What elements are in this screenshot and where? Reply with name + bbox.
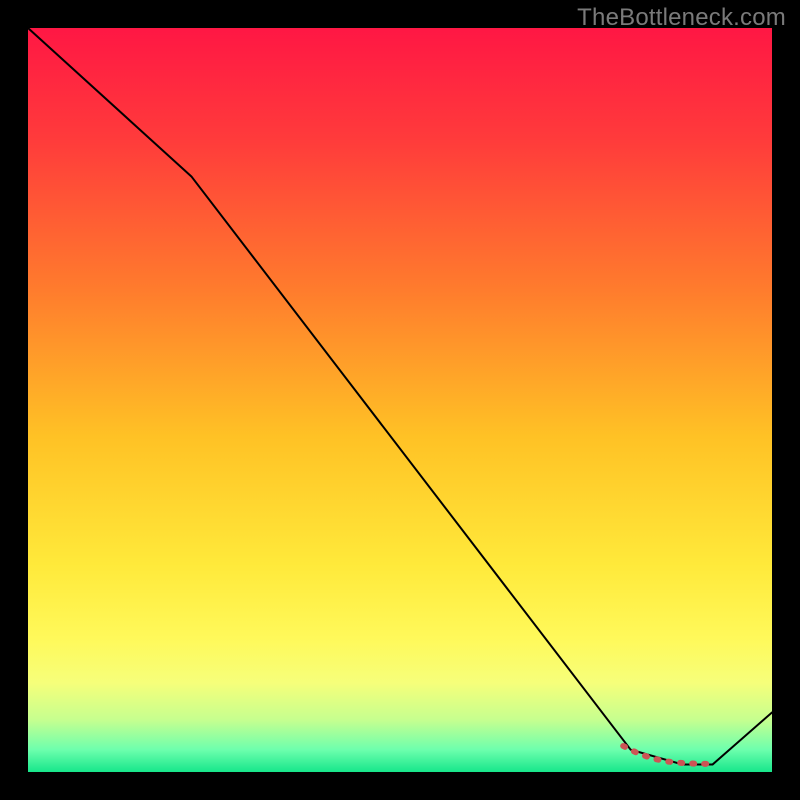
chart-container: TheBottleneck.com bbox=[0, 0, 800, 800]
watermark-text: TheBottleneck.com bbox=[577, 4, 786, 32]
chart-plot bbox=[28, 28, 772, 772]
plot-background bbox=[28, 28, 772, 772]
